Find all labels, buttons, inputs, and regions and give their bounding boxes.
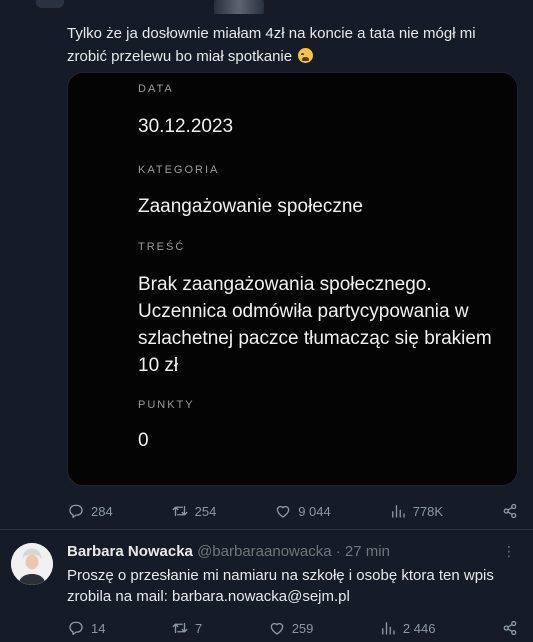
blurred-username [214, 0, 264, 14]
reply-retweet-count: 7 [194, 620, 203, 636]
reply-text: Proszę o przesłanie mi namiaru na szkołę… [67, 567, 494, 605]
tweet-text: Tylko że ja dosłownie miałam 4zł na konc… [67, 22, 519, 68]
content-value: Brak zaangażowania społecznego. Uczennic… [138, 274, 492, 376]
share-icon [503, 620, 517, 636]
tweet-divider [0, 529, 533, 530]
reply-author-name[interactable]: Barbara Nowacka [67, 543, 193, 560]
reply-header: Barbara Nowacka @barbaraanowacka · 27 mi… [67, 543, 390, 560]
more-options-icon[interactable]: ⋮ [502, 543, 517, 560]
content-label: TREŚĆ [138, 241, 186, 253]
reply-reply-count: 14 [91, 620, 106, 636]
tweet-actions: 284 254 9 044 778K [67, 499, 519, 523]
like-button[interactable]: 9 044 [274, 502, 331, 520]
category-value: Zaangażowanie społeczne [138, 196, 363, 217]
reply-reply-button[interactable]: 14 [67, 619, 105, 637]
reply-author-handle[interactable]: @barbaraanowacka [197, 543, 331, 560]
reply-button[interactable]: 284 [67, 502, 113, 520]
crying-face-emoji-icon [298, 48, 314, 63]
heart-icon [270, 622, 284, 635]
retweet-icon [172, 505, 188, 517]
views-icon [391, 505, 405, 518]
reply-like-button[interactable]: 259 [268, 619, 314, 637]
tweet-text-content: Tylko że ja dosłownie miałam 4zł na konc… [67, 25, 476, 65]
avatar-portrait-icon [11, 543, 53, 585]
reply-count: 284 [91, 503, 113, 519]
share-icon [503, 503, 517, 519]
like-count: 9 044 [298, 503, 331, 519]
retweet-icon [172, 622, 188, 634]
views-icon [381, 622, 395, 635]
category-label: KATEGORIA [138, 164, 220, 176]
reply-views-button[interactable]: 2 446 [379, 619, 436, 637]
views-button[interactable]: 778K [389, 502, 443, 520]
share-button[interactable] [501, 502, 519, 520]
avatar[interactable] [11, 543, 53, 585]
retweet-count: 254 [194, 503, 217, 519]
reply-views-count: 2 446 [402, 620, 436, 636]
reply-like-count: 259 [291, 620, 314, 636]
blurred-avatar [36, 0, 64, 8]
retweet-button[interactable]: 254 [171, 502, 217, 520]
heart-icon [276, 505, 290, 518]
reply-icon [69, 621, 83, 636]
reply-share-button[interactable] [501, 619, 519, 637]
views-count: 778K [412, 503, 444, 519]
date-label: DATA [138, 83, 174, 95]
points-value: 0 [138, 430, 149, 451]
points-label: PUNKTY [138, 399, 195, 411]
reply-actions: 14 7 259 2 446 [67, 616, 519, 640]
reply-retweet-button[interactable]: 7 [171, 619, 202, 637]
reply-timestamp[interactable]: · 27 min [336, 543, 390, 560]
reply-icon [69, 504, 83, 519]
date-value: 30.12.2023 [138, 116, 234, 137]
